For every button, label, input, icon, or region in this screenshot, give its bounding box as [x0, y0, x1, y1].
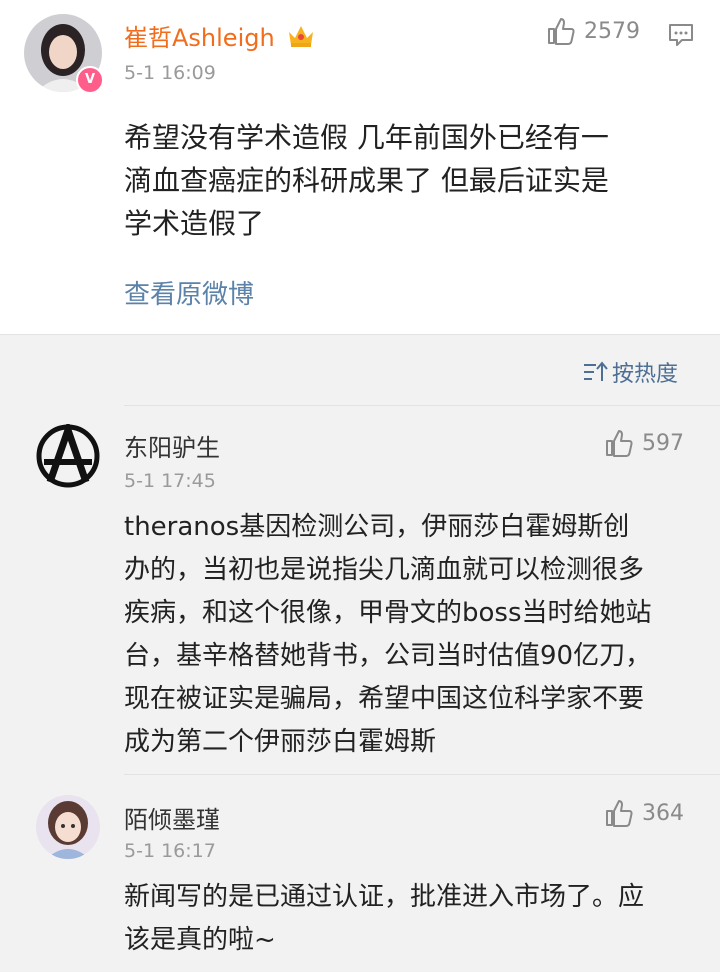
comment-avatar[interactable]: [36, 795, 100, 859]
main-post-content: 希望没有学术造假 几年前国外已经有一 滴血查癌症的科研成果了 但最后证实是 学术…: [124, 116, 704, 245]
comment-like-count: 597: [642, 430, 684, 456]
anarchy-logo-icon: [36, 419, 100, 488]
comment-username[interactable]: 陌倾墨瑾: [124, 800, 220, 835]
content-line: 办的，当初也是说指尖几滴血就可以检测很多: [124, 555, 645, 585]
sort-label: 按热度: [612, 362, 679, 387]
thumbs-up-icon: [606, 800, 633, 827]
comment-like-button[interactable]: 364: [604, 798, 684, 828]
comment-time: 5-1 17:45: [124, 470, 216, 492]
verified-badge-icon: V: [76, 66, 104, 94]
divider: [124, 405, 720, 406]
content-line: 学术造假了: [124, 207, 265, 240]
content-line: 现在被证实是骗局，希望中国这位科学家不要: [124, 684, 645, 714]
content-line: theranos基因检测公司，伊丽莎白霍姆斯创: [124, 512, 630, 542]
content-line: 滴血查癌症的科研成果了 但最后证实是: [124, 164, 609, 197]
main-post-like-button[interactable]: 2579: [546, 16, 640, 46]
comment-content: theranos基因检测公司，伊丽莎白霍姆斯创 办的，当初也是说指尖几滴血就可以…: [124, 506, 714, 764]
sort-by-hot-button[interactable]: 按热度: [582, 356, 678, 388]
comment-like-count: 364: [642, 800, 684, 826]
thumbs-up-icon: [606, 430, 633, 457]
main-post-avatar[interactable]: V: [24, 14, 104, 94]
content-line: 台，基辛格替她背书，公司当时估值90亿刀，: [124, 641, 652, 671]
main-post-like-count: 2579: [584, 18, 640, 44]
main-post-username-text: 崔哲Ashleigh: [124, 24, 275, 52]
comment-like-button[interactable]: 597: [604, 428, 684, 458]
content-line: 新闻写的是已通过认证，批准进入市场了。应: [124, 882, 645, 912]
comment-username[interactable]: 东阳驴生: [124, 428, 220, 463]
content-line: 希望没有学术造假 几年前国外已经有一: [124, 121, 609, 154]
main-post-username[interactable]: 崔哲Ashleigh: [124, 18, 316, 53]
sort-icon: [584, 361, 608, 381]
divider: [124, 774, 720, 775]
view-original-link[interactable]: 查看原微博: [124, 274, 254, 311]
comment-content: 新闻写的是已通过认证，批准进入市场了。应 该是真的啦~: [124, 876, 714, 962]
content-line: 疾病，和这个很像，甲骨文的boss当时给她站: [124, 598, 652, 628]
thumbs-up-icon: [548, 18, 575, 45]
content-line: 成为第二个伊丽莎白霍姆斯: [124, 727, 437, 757]
main-post-time: 5-1 16:09: [124, 62, 216, 84]
main-post-card: V 崔哲Ashleigh 5-1 16:09 2579 希望没有学术造假 几年前…: [0, 0, 720, 335]
crown-icon: [289, 26, 314, 47]
content-line: 该是真的啦~: [124, 925, 276, 955]
anime-avatar-icon: [36, 795, 100, 859]
comment-avatar[interactable]: [36, 419, 100, 488]
comment-icon[interactable]: [666, 20, 696, 50]
comment-time: 5-1 16:17: [124, 840, 216, 862]
